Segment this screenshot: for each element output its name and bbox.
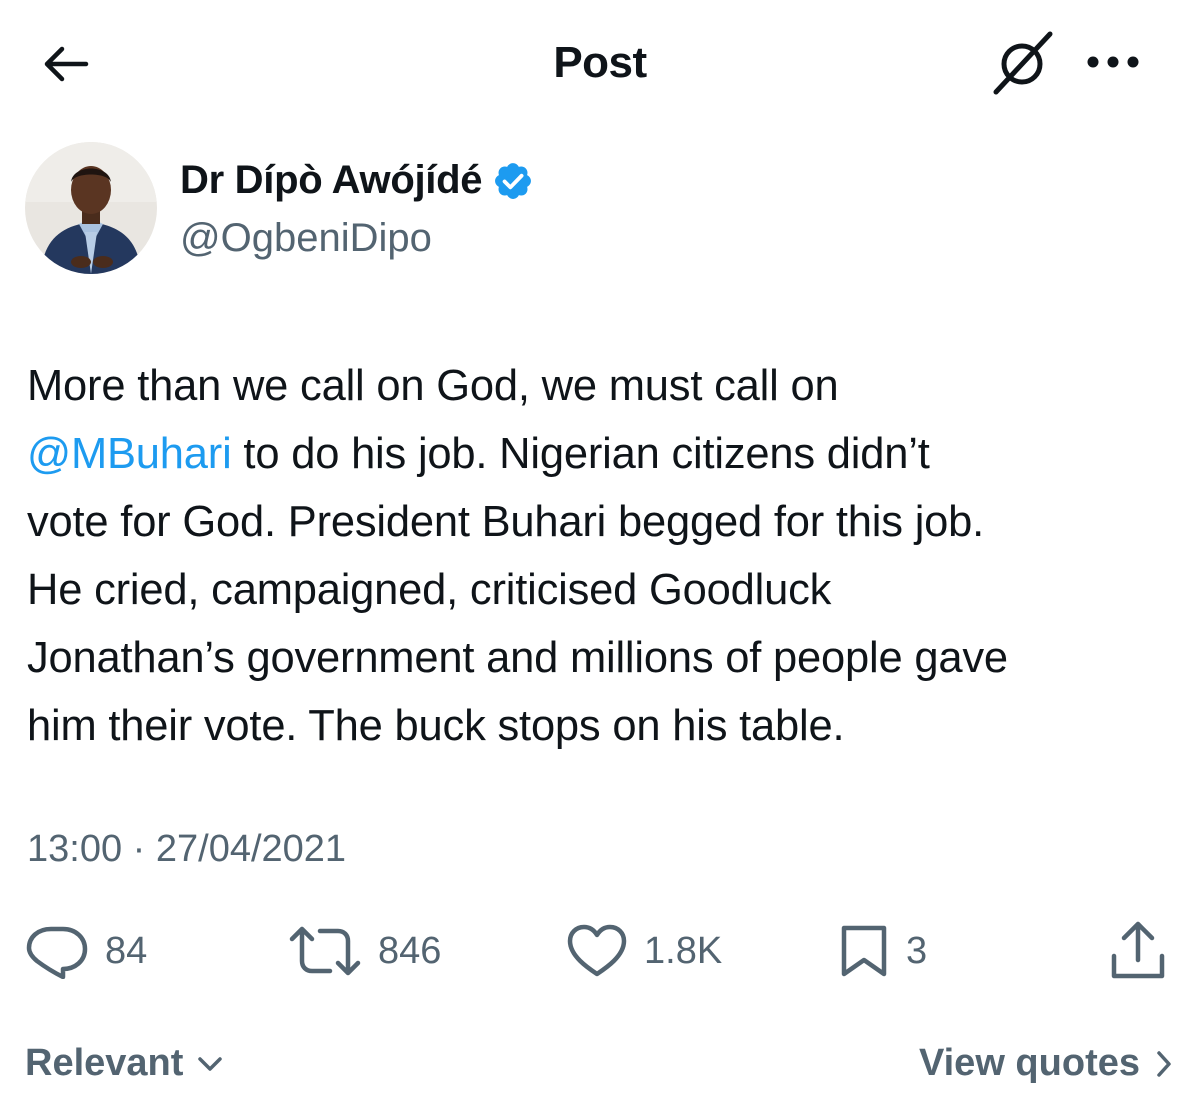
post-timestamp[interactable]: 13:00 · 27/04/2021 (27, 828, 346, 871)
view-quotes-label: View quotes (918, 1042, 1140, 1084)
bookmark-count: 3 (906, 929, 928, 972)
tweet-line: Jonathan’s government and millions of pe… (27, 634, 1008, 682)
reply-button[interactable]: 84 (25, 915, 147, 987)
tweet-text: More than we call on God, we must call o… (27, 352, 1187, 760)
verified-badge-icon (492, 160, 534, 202)
bookmark-button[interactable]: 3 (838, 915, 927, 987)
repost-count: 846 (378, 929, 442, 972)
grok-button[interactable] (985, 28, 1061, 98)
share-icon (1108, 920, 1168, 982)
tweet-line: @MBuhari to do his job. Nigerian citizen… (27, 420, 1187, 488)
chevron-down-icon (197, 1056, 223, 1072)
repost-button[interactable]: 846 (288, 915, 441, 987)
tweet-line: He cried, campaigned, criticised Goodluc… (27, 566, 832, 614)
bookmark-icon (838, 922, 890, 980)
share-button[interactable] (1108, 915, 1168, 987)
post-header: Post (0, 0, 1200, 125)
like-count: 1.8K (644, 929, 723, 972)
author-name-row[interactable]: Dr Dípò Awójídé (180, 158, 534, 203)
view-quotes-link[interactable]: View quotes (919, 1042, 1172, 1085)
more-horizontal-icon (1085, 55, 1141, 69)
grok-icon (988, 30, 1058, 96)
tweet-line-text: to do his job. Nigerian citizens didn’t (231, 430, 930, 478)
author-display-name: Dr Dípò Awójídé (180, 158, 483, 202)
repost-icon (288, 925, 362, 977)
replies-sort-dropdown[interactable]: Relevant (25, 1042, 223, 1085)
tweet-line: vote for God. President Buhari begged fo… (27, 498, 985, 546)
reply-count: 84 (105, 929, 148, 972)
tweet-line: More than we call on God, we must call o… (27, 362, 839, 410)
chevron-right-icon (1156, 1050, 1172, 1078)
sort-label: Relevant (25, 1042, 184, 1084)
action-bar: 84 846 1.8K 3 (0, 915, 1200, 987)
more-options-button[interactable] (1080, 40, 1146, 84)
heart-icon (566, 924, 628, 978)
reply-icon (25, 923, 89, 979)
author-handle[interactable]: @OgbeniDipo (180, 216, 432, 261)
like-button[interactable]: 1.8K (566, 915, 722, 987)
tweet-line: him their vote. The buck stops on his ta… (27, 702, 845, 750)
avatar[interactable] (25, 142, 157, 274)
mention-link[interactable]: @MBuhari (27, 430, 232, 478)
